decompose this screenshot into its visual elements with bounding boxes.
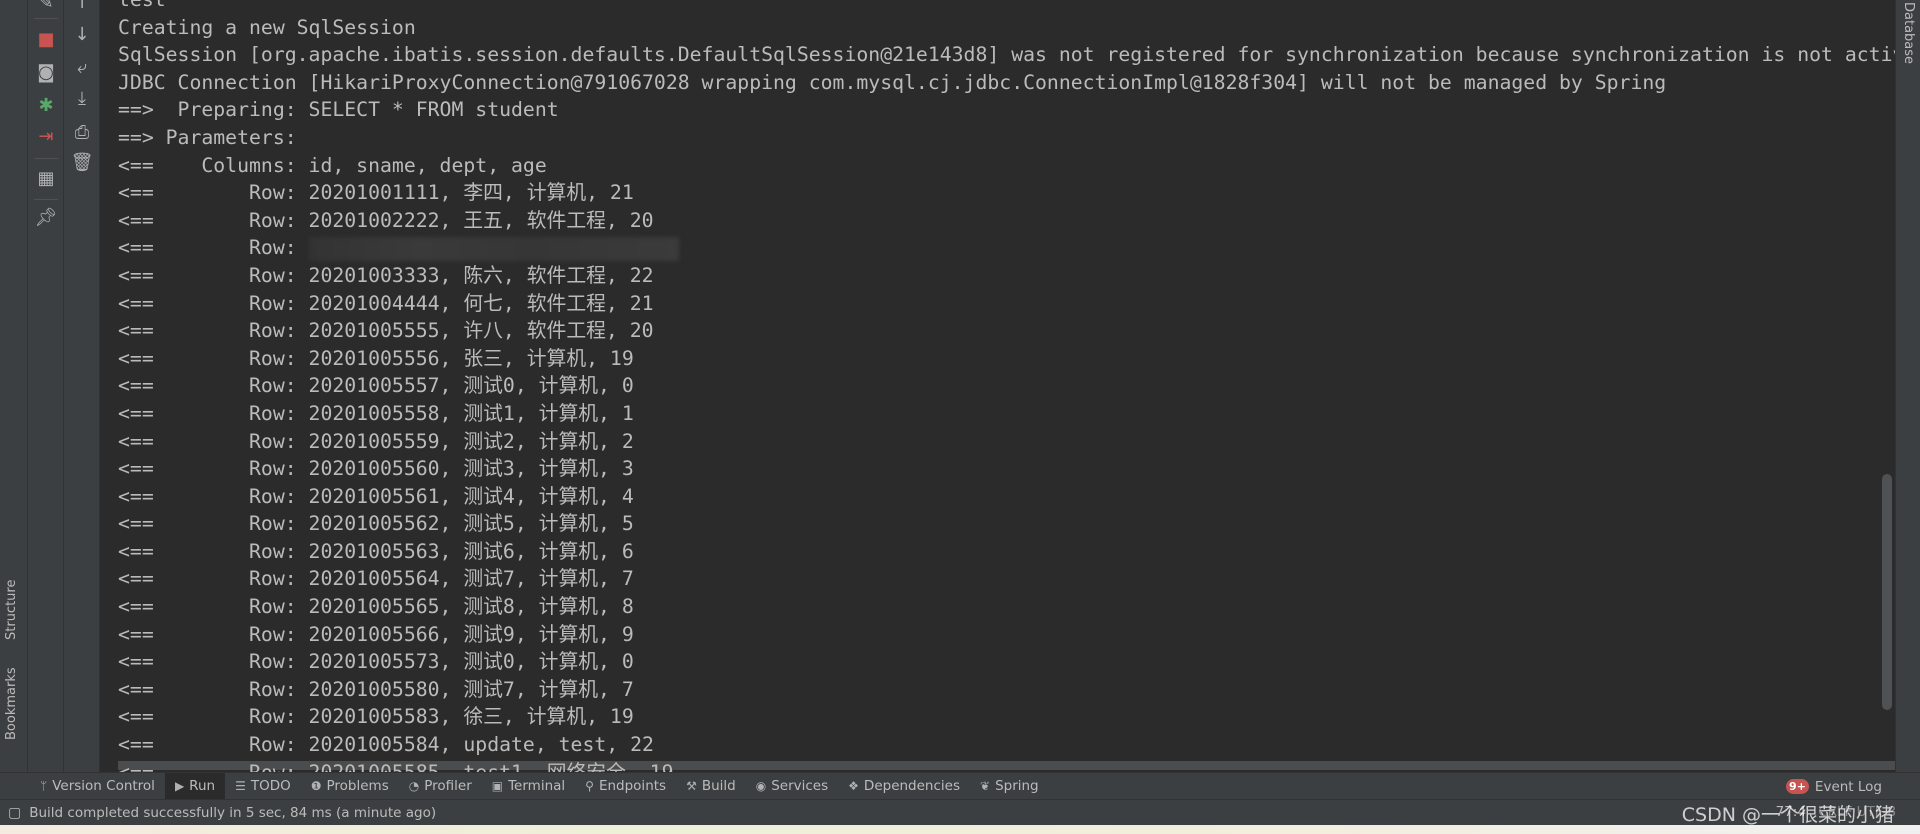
down-arrow-icon[interactable]: ↓ (64, 24, 100, 46)
notification-badge: 9+ (1786, 779, 1809, 794)
console-line: <== Row: 20201005580, 测试7, 计算机, 7 (118, 677, 634, 701)
run-toolbar-secondary: ↑ ↓ ⤶ ⤓ ⎙ 🗑︎ (64, 0, 100, 772)
console-line: <== Row: 20201002222, 王五, 软件工程, 20 (118, 208, 654, 232)
console-line: <== Row: 20201005557, 测试0, 计算机, 0 (118, 374, 634, 398)
tab-run[interactable]: ▶ Run (164, 772, 226, 800)
tab-dependencies[interactable]: ❖ Dependencies (838, 773, 970, 800)
pin-icon[interactable]: 📌︎ (28, 207, 64, 229)
database-tab[interactable]: Database (1901, 2, 1916, 64)
tab-build[interactable]: ⚒ Build (676, 773, 746, 800)
structure-tab[interactable]: Structure (4, 580, 19, 640)
exit-icon[interactable]: ⇥ (28, 126, 64, 148)
dependencies-icon: ❖ (848, 779, 859, 793)
bookmarks-tab[interactable]: Bookmarks (4, 667, 19, 740)
console-line: test (118, 0, 1895, 14)
print-icon[interactable]: ⎙ (64, 122, 100, 144)
console-line: <== Columns: id, sname, dept, age (118, 153, 547, 177)
scroll-to-end-icon[interactable]: ⤓ (64, 88, 100, 110)
console-line: SqlSession [org.apache.ibatis.session.de… (118, 43, 1895, 67)
right-tool-strip: Database (1895, 0, 1920, 772)
debug-bug-icon[interactable]: ✱ (28, 95, 64, 117)
console-line: <== Row: 20201005566, 测试9, 计算机, 9 (118, 622, 634, 646)
endpoints-icon: ⚲ (585, 779, 594, 793)
trash-icon[interactable]: 🗑︎ (64, 152, 100, 174)
console-line: <== Row: 20201001111, 李四, 计算机, 21 (118, 181, 634, 205)
console-output[interactable]: testCreating a new SqlSession SqlSession … (100, 0, 1895, 772)
version-control-icon: ᛘ (40, 779, 48, 793)
layout-icon[interactable]: ▦ (28, 168, 64, 190)
vertical-scrollbar[interactable] (1882, 474, 1892, 710)
tab-profiler[interactable]: ◔ Profiler (399, 773, 482, 800)
console-line: <== Row: 20201005585, test1, 网络安全, 19 (118, 759, 1895, 772)
console-line: <== Row: 20201005563, 测试6, 计算机, 6 (118, 539, 634, 563)
status-bar: ▢ Build completed successfully in 5 sec,… (0, 799, 1920, 826)
console-line: <== Row: 20201005558, 测试1, 计算机, 1 (118, 401, 634, 425)
soft-wrap-icon[interactable]: ⤶ (64, 57, 100, 79)
run-toolbar-primary: ✎ ■ ◙ ✱ ⇥ ▦ 📌︎ (28, 0, 64, 772)
event-log-label: Event Log (1814, 778, 1882, 795)
redacted-blur (308, 236, 679, 261)
list-icon: ☰ (235, 779, 246, 793)
event-log-button[interactable]: 9+ Event Log (1786, 773, 1882, 800)
console-line: <== Row: 20201004444, 何七, 软件工程, 21 (118, 291, 654, 315)
tab-terminal[interactable]: ▣ Terminal (482, 773, 575, 800)
tab-problems[interactable]: ❶ Problems (301, 773, 399, 800)
console-line: <== Row: 20201005561, 测试4, 计算机, 4 (118, 484, 634, 508)
status-message[interactable]: Build completed successfully in 5 sec, 8… (29, 805, 436, 821)
tab-spring[interactable]: ❦ Spring (970, 773, 1049, 800)
console-line: <== Row: (118, 234, 1895, 262)
console-line: <== Row: 20201005560, 测试3, 计算机, 3 (118, 457, 634, 481)
left-tool-strip: Structure Bookmarks (0, 0, 28, 772)
console-line: <== Row: 20201005584, update, test, 22 (118, 733, 654, 757)
console-line: JDBC Connection [HikariProxyConnection@7… (118, 70, 1667, 94)
services-icon: ◉ (755, 779, 767, 793)
camera-icon[interactable]: ◙ (28, 62, 64, 84)
watermark: CSDN @一个很菜的小猪 (1681, 804, 1894, 826)
tool-window-bar: ᛘ Version Control ▶ Run ☰ TODO ❶ Problems ◔ Profi… (0, 772, 1920, 800)
terminal-icon: ▣ (491, 779, 504, 793)
spring-leaf-icon: ❦ (980, 779, 991, 793)
tab-services[interactable]: ◉ Services (746, 773, 838, 800)
stop-icon[interactable]: ■ (28, 29, 64, 51)
console-line: <== Row: 20201005583, 徐三, 计算机, 19 (118, 705, 634, 729)
console-line: ==> Parameters: (118, 125, 309, 149)
desktop-background (0, 825, 1920, 834)
console-line: <== Row: 20201005555, 许八, 软件工程, 20 (118, 319, 654, 343)
tab-todo[interactable]: ☰ TODO (225, 773, 301, 800)
wrench-icon[interactable]: ✎ (28, 0, 64, 14)
status-toggle-icon[interactable]: ▢ (8, 805, 21, 821)
tab-version-control[interactable]: ᛘ Version Control (30, 773, 165, 800)
console-line: <== Row: 20201005573, 测试0, 计算机, 0 (118, 650, 634, 674)
console-line: Creating a new SqlSession (118, 15, 416, 39)
console-line: <== Row: 20201003333, 陈六, 软件工程, 22 (118, 263, 654, 287)
profiler-icon: ◔ (408, 779, 420, 793)
tab-endpoints[interactable]: ⚲ Endpoints (575, 773, 676, 800)
problems-icon: ❶ (310, 779, 322, 793)
console-line: <== Row: 20201005562, 测试5, 计算机, 5 (118, 512, 634, 536)
up-arrow-icon[interactable]: ↑ (64, 0, 100, 14)
hammer-icon: ⚒ (686, 779, 697, 793)
run-icon: ▶ (174, 779, 185, 793)
console-line: <== Row: 20201005564, 测试7, 计算机, 7 (118, 567, 634, 591)
console-line: ==> Preparing: SELECT * FROM student (118, 98, 559, 122)
console-line: <== Row: 20201005565, 测试8, 计算机, 8 (118, 595, 634, 619)
console-line: <== Row: 20201005556, 张三, 计算机, 19 (118, 346, 634, 370)
console-line: <== Row: 20201005559, 测试2, 计算机, 2 (118, 429, 634, 453)
